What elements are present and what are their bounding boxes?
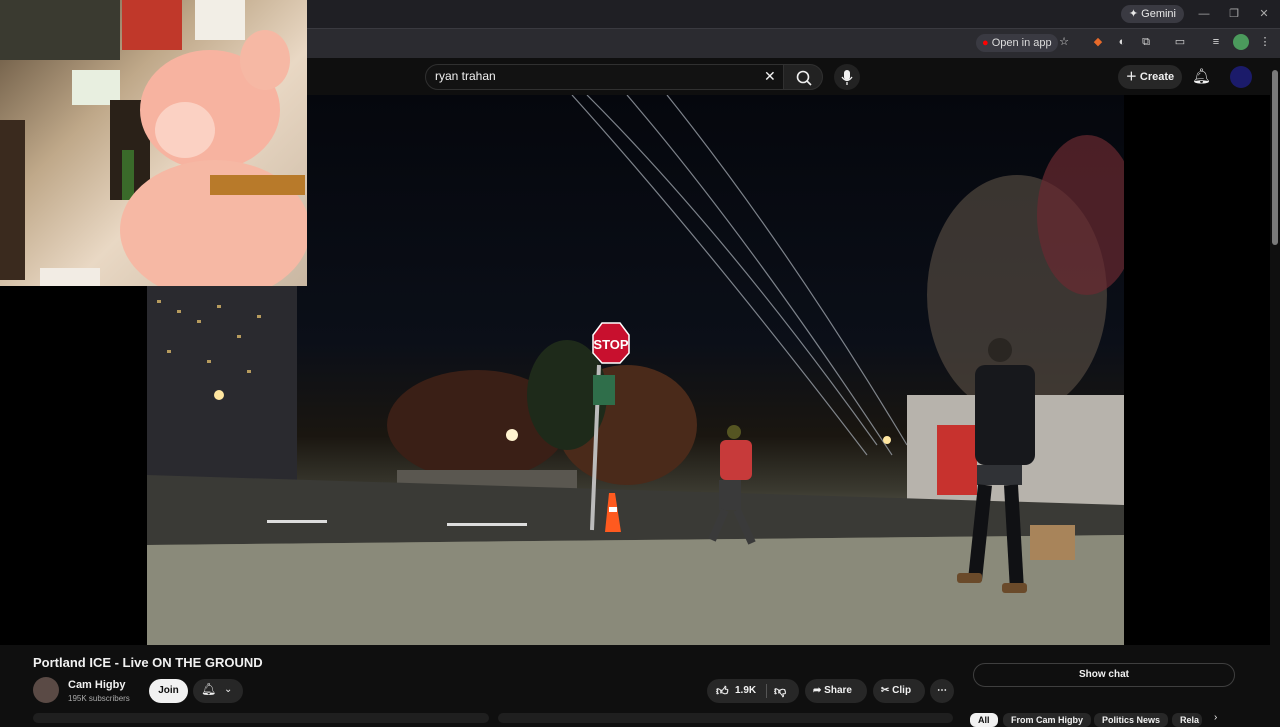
description-strip	[498, 713, 953, 723]
microphone-icon	[841, 70, 853, 85]
webcam-overlay	[0, 0, 307, 286]
join-button[interactable]: Join	[149, 679, 188, 703]
notifications-bell-icon[interactable]: 🔔︎	[1192, 67, 1211, 85]
video-title: Portland ICE - Live ON THE GROUND	[33, 655, 263, 670]
search-query: ryan trahan	[435, 69, 496, 83]
youtube-icon: ●	[982, 37, 989, 49]
minimize-icon[interactable]: —	[1196, 6, 1212, 22]
restore-icon[interactable]: ❐	[1226, 6, 1242, 22]
like-count[interactable]: 1.9K	[735, 679, 756, 703]
share-label: Share	[824, 685, 852, 696]
subscribe-notifications-button[interactable]: 🔔︎ ⌄	[193, 679, 243, 703]
open-in-app-label: Open in app	[991, 37, 1052, 49]
gemini-label: Gemini	[1141, 8, 1176, 20]
sparkle-icon: ✦	[1128, 8, 1139, 20]
gemini-button[interactable]: ✦ Gemini	[1120, 5, 1184, 23]
plus-icon: ＋	[1125, 71, 1137, 83]
account-avatar[interactable]	[1230, 66, 1252, 88]
scissors-icon: ✂	[881, 685, 890, 696]
bell-icon: 🔔︎	[201, 682, 217, 696]
channel-name[interactable]: Cam Higby	[68, 679, 125, 691]
open-in-app-button[interactable]: ● Open in app	[976, 34, 1058, 52]
show-chat-button[interactable]: Show chat	[973, 663, 1235, 687]
more-horizontal-icon: ⋯	[937, 685, 947, 696]
live-chat-strip	[33, 713, 489, 723]
close-window-icon[interactable]: ✕	[1256, 6, 1272, 22]
thumbs-up-icon[interactable]: 👍︎	[716, 679, 729, 703]
clip-label: Clip	[892, 685, 912, 696]
chip-politics-news[interactable]: Politics News	[1094, 713, 1169, 727]
media-icon[interactable]: ≡	[1208, 34, 1224, 50]
create-label: Create	[1139, 71, 1175, 83]
webcam-scene	[0, 0, 307, 286]
profile-avatar[interactable]	[1233, 34, 1249, 50]
like-dislike-group: 👍︎ 1.9K 👎︎	[707, 679, 799, 703]
player-letterbox-left	[0, 286, 147, 645]
share-arrow-icon: ➦	[813, 685, 822, 696]
share-button[interactable]: ➦ Share	[805, 679, 867, 703]
extension-icon[interactable]: ◐	[1114, 34, 1130, 50]
chip-from-channel[interactable]: From Cam Higby	[1003, 713, 1092, 727]
create-button[interactable]: ＋ Create	[1118, 65, 1182, 89]
search-button[interactable]	[783, 64, 823, 90]
kebab-menu-icon[interactable]: ⋮	[1257, 34, 1273, 50]
voice-search-button[interactable]	[834, 64, 860, 90]
stop-sign-text: STOP	[593, 337, 628, 352]
clip-button[interactable]: ✂ Clip	[873, 679, 925, 703]
cast-icon[interactable]: ▭	[1172, 34, 1188, 50]
more-actions-button[interactable]: ⋯	[930, 679, 954, 703]
chevron-right-icon[interactable]: ›	[1214, 712, 1217, 723]
channel-avatar[interactable]	[33, 677, 59, 703]
divider	[766, 684, 767, 698]
search-icon	[796, 70, 812, 86]
subscriber-count: 195K subscribers	[68, 694, 130, 703]
clear-search-icon[interactable]: ✕	[764, 68, 776, 85]
player-letterbox-right	[1124, 95, 1270, 645]
chip-all[interactable]: All	[970, 713, 998, 727]
puzzle-icon[interactable]: ⧉	[1138, 34, 1154, 50]
bookmark-star-icon[interactable]: ☆	[1056, 34, 1072, 50]
page-scrollbar-thumb[interactable]	[1272, 70, 1278, 245]
thumbs-down-icon[interactable]: 👎︎	[774, 679, 786, 703]
extension-icon[interactable]: ◆	[1090, 34, 1106, 50]
chevron-down-icon: ⌄	[224, 684, 233, 695]
chip-related[interactable]: Rela	[1172, 713, 1202, 727]
